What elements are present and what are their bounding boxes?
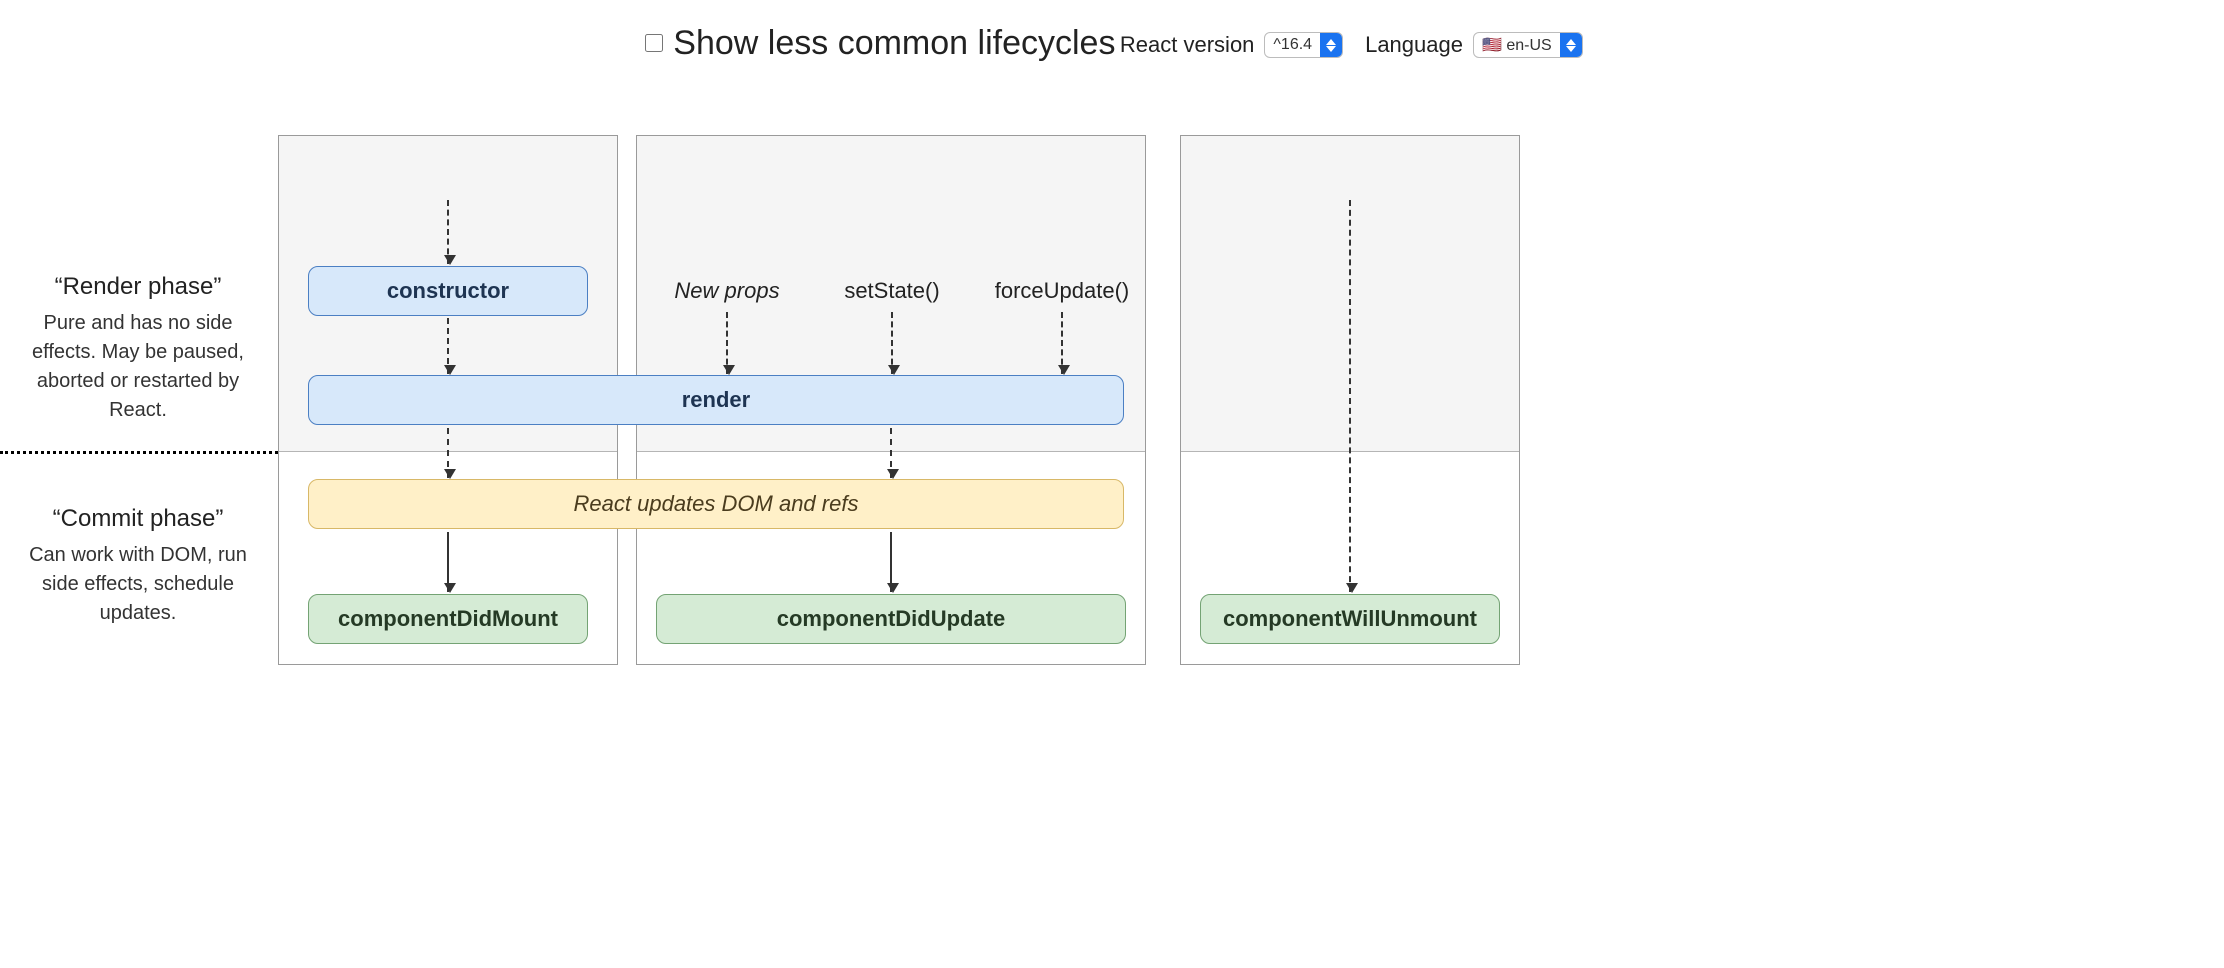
language-control: Language 🇺🇸 en-US bbox=[1365, 32, 1583, 58]
language-label: Language bbox=[1365, 32, 1463, 58]
render-box[interactable]: render bbox=[308, 375, 1124, 425]
react-updates-dom-box: React updates DOM and refs bbox=[308, 479, 1124, 529]
react-version-label: React version bbox=[1120, 32, 1255, 58]
arrow-icon bbox=[726, 312, 728, 374]
component-did-update-box[interactable]: componentDidUpdate bbox=[656, 594, 1126, 644]
phase-divider bbox=[0, 451, 278, 454]
arrow-icon bbox=[447, 428, 449, 478]
show-less-common-toggle[interactable]: Show less common lifecycles bbox=[641, 24, 1115, 63]
constructor-box[interactable]: constructor bbox=[308, 266, 588, 316]
arrow-icon bbox=[1061, 312, 1063, 374]
component-will-unmount-box[interactable]: componentWillUnmount bbox=[1200, 594, 1500, 644]
select-stepper-icon bbox=[1320, 33, 1342, 57]
react-version-value: ^16.4 bbox=[1265, 33, 1320, 57]
react-version-select[interactable]: ^16.4 bbox=[1264, 32, 1343, 58]
language-select[interactable]: 🇺🇸 en-US bbox=[1473, 32, 1583, 58]
trigger-forceupdate: forceUpdate() bbox=[995, 278, 1130, 304]
commit-phase-desc: Can work with DOM, run side effects, sch… bbox=[24, 541, 252, 628]
header: Show less common lifecycles React versio… bbox=[0, 18, 2224, 63]
arrow-icon bbox=[890, 428, 892, 478]
component-did-mount-box[interactable]: componentDidMount bbox=[308, 594, 588, 644]
show-less-common-label: Show less common lifecycles bbox=[673, 24, 1115, 63]
arrow-icon bbox=[447, 318, 449, 374]
react-version-control: React version ^16.4 bbox=[1120, 32, 1343, 58]
arrow-icon bbox=[891, 312, 893, 374]
arrow-icon bbox=[447, 200, 449, 264]
commit-phase-title: “Commit phase” bbox=[24, 505, 252, 533]
render-phase-title: “Render phase” bbox=[24, 273, 252, 301]
arrow-icon bbox=[1349, 200, 1351, 592]
trigger-new-props: New props bbox=[674, 278, 779, 304]
trigger-setstate: setState() bbox=[844, 278, 939, 304]
unmounting-section: Unmounting componentWillUnmount bbox=[1180, 135, 1520, 665]
show-less-common-checkbox[interactable] bbox=[645, 34, 663, 52]
arrow-icon bbox=[447, 532, 449, 592]
language-value: 🇺🇸 en-US bbox=[1474, 33, 1560, 57]
select-stepper-icon bbox=[1560, 33, 1582, 57]
arrow-icon bbox=[890, 532, 892, 592]
render-phase-desc: Pure and has no side effects. May be pau… bbox=[24, 309, 252, 425]
